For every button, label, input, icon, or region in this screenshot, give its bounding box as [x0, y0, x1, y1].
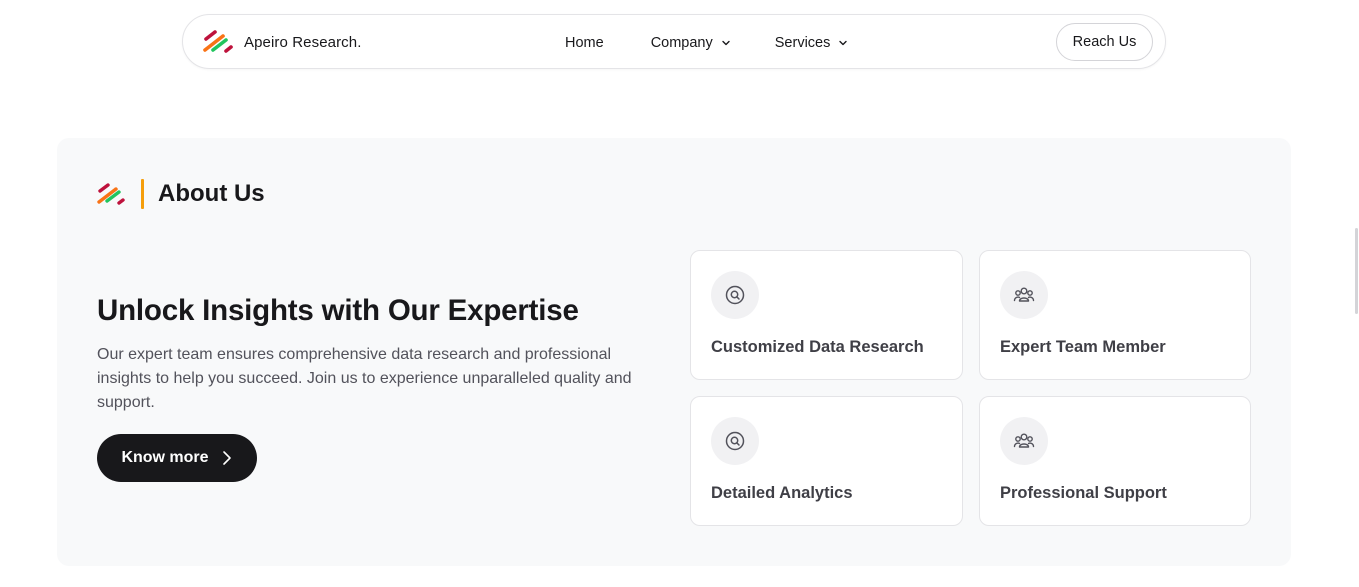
nav-company-dropdown[interactable]: Company [651, 35, 731, 51]
nav-company-label: Company [650, 34, 713, 51]
search-icon [725, 285, 745, 305]
know-more-button[interactable]: Know more [97, 434, 257, 482]
nav-home-label: Home [565, 34, 604, 51]
about-title: About Us [158, 180, 265, 207]
heading-accent-bar [141, 179, 144, 209]
about-section: About Us Unlock Insights with Our Expert… [57, 138, 1291, 566]
card-label: Detailed Analytics [711, 484, 853, 502]
card-label: Expert Team Member [1000, 338, 1166, 356]
feature-card-customized-data-research[interactable]: Customized Data Research [690, 250, 963, 380]
chevron-down-icon [839, 40, 848, 45]
nav-links: Home Company Services [565, 15, 848, 70]
page-scrollbar[interactable] [1355, 228, 1358, 314]
section-description: Our expert team ensures comprehensive da… [97, 346, 632, 411]
team-icon [1013, 287, 1035, 302]
chevron-right-icon [222, 451, 231, 465]
feature-card-detailed-analytics[interactable]: Detailed Analytics [690, 396, 963, 526]
chevron-down-icon [722, 40, 730, 45]
brand-name: Apeiro Research. [244, 33, 362, 51]
top-navbar: Apeiro Research. Home Company Services R… [182, 14, 1166, 69]
feature-icon-badge [711, 417, 759, 465]
nav-services-dropdown[interactable]: Services [775, 35, 849, 51]
know-more-label: Know more [121, 449, 209, 466]
feature-icon-badge [1000, 271, 1048, 319]
nav-services-label: Services [774, 34, 831, 51]
feature-card-expert-team-member[interactable]: Expert Team Member [979, 250, 1251, 380]
search-icon [725, 431, 745, 451]
brand-logo-icon [203, 30, 233, 53]
card-label: Professional Support [1000, 484, 1167, 502]
nav-home-link[interactable]: Home [565, 35, 604, 51]
card-label: Customized Data Research [711, 338, 924, 356]
section-headline: Unlock Insights with Our Expertise [97, 294, 579, 327]
feature-icon-badge [1000, 417, 1048, 465]
about-heading: About Us [97, 178, 265, 210]
brand[interactable]: Apeiro Research. [203, 29, 362, 55]
brand-logo-icon [97, 183, 125, 205]
feature-card-professional-support[interactable]: Professional Support [979, 396, 1251, 526]
reach-us-button[interactable]: Reach Us [1056, 23, 1153, 61]
team-icon [1013, 433, 1035, 448]
feature-icon-badge [711, 271, 759, 319]
